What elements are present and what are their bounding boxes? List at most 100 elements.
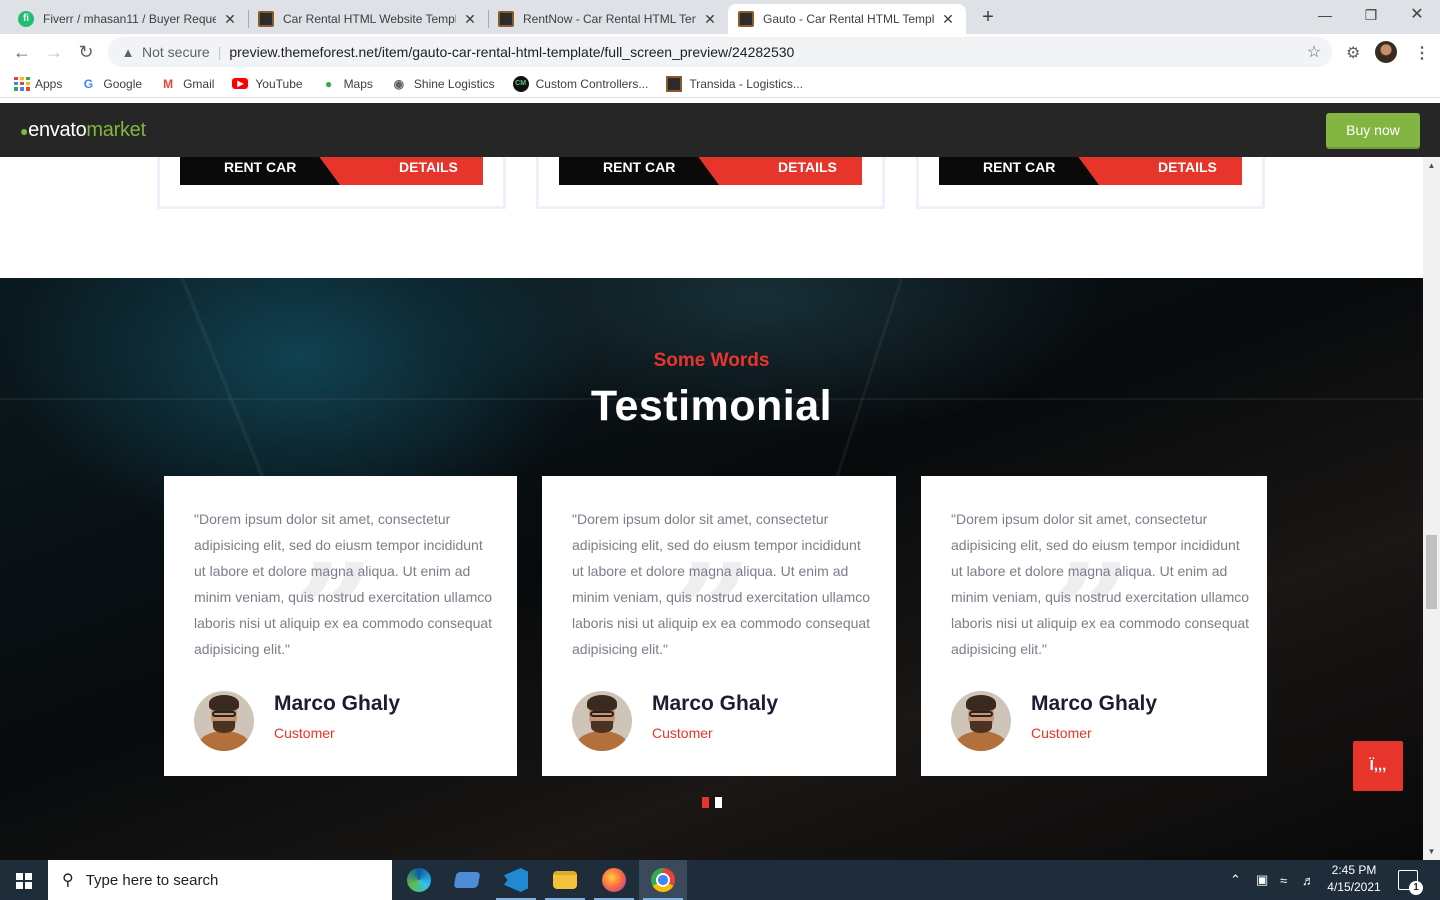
tab-title: Car Rental HTML Website Templa	[283, 12, 456, 26]
bookmark-youtube[interactable]: ▶ YouTube	[232, 76, 303, 91]
gmail-icon: M	[163, 76, 174, 91]
testimonial-card: ” "Dorem ipsum dolor sit amet, consectet…	[921, 476, 1267, 776]
browser-tab-strip: fi Fiverr / mhasan11 / Buyer Reque ✕ Car…	[0, 0, 1440, 34]
rent-car-button[interactable]: RENT CAR	[180, 157, 340, 185]
search-icon: ⚲	[62, 872, 74, 889]
tab-title: RentNow - Car Rental HTML Tem	[523, 12, 696, 26]
testimonial-name: Marco Ghaly	[1031, 692, 1158, 715]
rent-car-button[interactable]: RENT CAR	[939, 157, 1099, 185]
testimonial-role: Customer	[274, 725, 335, 741]
back-icon[interactable]: ←	[10, 40, 34, 64]
tray-chevron-icon[interactable]: ⌃	[1230, 860, 1241, 900]
envato-market-logo[interactable]: ●envatomarket	[20, 119, 146, 142]
bookmark-label: YouTube	[255, 76, 303, 91]
new-tab-button[interactable]: +	[976, 6, 1000, 30]
themeforest-icon	[738, 11, 754, 27]
details-button[interactable]: DETAILS	[343, 157, 483, 185]
profile-avatar[interactable]	[1375, 41, 1397, 63]
bookmark-apps[interactable]: Apps	[14, 76, 62, 91]
close-tab-icon[interactable]: ✕	[462, 11, 478, 28]
floating-chat-button[interactable]: Ï,,,	[1353, 741, 1403, 791]
slider-dot-active[interactable]	[702, 797, 709, 808]
tab-car-rental[interactable]: Car Rental HTML Website Templa ✕	[248, 4, 488, 34]
bookmark-star-icon[interactable]: ☆	[1302, 42, 1326, 62]
task-view-icon	[453, 872, 481, 888]
envato-preview-bar: ●envatomarket Buy now	[0, 103, 1440, 157]
tab-fiverr[interactable]: fi Fiverr / mhasan11 / Buyer Reque ✕	[8, 4, 248, 34]
tab-rentnow[interactable]: RentNow - Car Rental HTML Tem ✕	[488, 4, 728, 34]
maps-icon: ●	[324, 76, 333, 91]
notification-center-icon[interactable]: 1	[1398, 870, 1423, 895]
close-tab-icon[interactable]: ✕	[222, 11, 238, 28]
divider: |	[217, 44, 222, 60]
taskbar-app-edge[interactable]	[395, 860, 443, 900]
bookmark-custom-controllers[interactable]: CM Custom Controllers...	[512, 75, 648, 92]
notification-count: 1	[1409, 881, 1423, 895]
tab-title: Gauto - Car Rental HTML Templa	[763, 12, 934, 26]
slider-pagination	[702, 797, 728, 808]
rent-car-button[interactable]: RENT CAR	[559, 157, 719, 185]
apps-grid-icon	[14, 76, 30, 91]
close-tab-icon[interactable]: ✕	[940, 11, 956, 28]
testimonial-quote: "Dorem ipsum dolor sit amet, consectetur…	[572, 511, 871, 657]
start-button[interactable]	[0, 860, 48, 900]
slider-dot[interactable]	[715, 797, 722, 808]
taskbar-app-taskview[interactable]	[443, 860, 491, 900]
car-card: RENT CAR DETAILS	[916, 157, 1265, 209]
address-bar[interactable]: ▲ Not secure | preview.themeforest.net/i…	[108, 37, 1332, 67]
car-card-buttons: RENT CAR DETAILS	[180, 157, 483, 185]
taskbar-app-chrome[interactable]	[639, 860, 687, 900]
car-card-buttons: RENT CAR DETAILS	[939, 157, 1242, 185]
scroll-down-icon[interactable]: ▼	[1423, 847, 1440, 856]
wifi-icon[interactable]: ≈	[1280, 860, 1287, 900]
google-icon: G	[83, 76, 94, 91]
url-text[interactable]: preview.themeforest.net/item/gauto-car-r…	[229, 44, 1302, 60]
bookmark-label: Maps	[343, 76, 373, 91]
bookmark-gmail[interactable]: M Gmail	[160, 76, 214, 92]
chrome-icon	[651, 868, 675, 892]
testimonial-quote: "Dorem ipsum dolor sit amet, consectetur…	[194, 511, 493, 657]
page-scrollbar[interactable]: ▲ ▼	[1423, 157, 1440, 860]
bookmarks-bar: Apps G Google M Gmail ▶ YouTube ● Maps ◉…	[0, 70, 1440, 98]
car-card-buttons: RENT CAR DETAILS	[559, 157, 862, 185]
avatar	[951, 691, 1011, 751]
menu-kebab-icon[interactable]: ⋮	[1414, 43, 1430, 63]
testimonial-role: Customer	[1031, 725, 1092, 741]
buy-now-button[interactable]: Buy now	[1326, 113, 1420, 147]
scroll-up-icon[interactable]: ▲	[1423, 161, 1440, 170]
vscode-icon	[504, 868, 528, 892]
taskbar-search[interactable]: ⚲ Type here to search	[48, 860, 392, 900]
system-clock[interactable]: 2:45 PM 4/15/2021	[1322, 862, 1386, 896]
clock-date: 4/15/2021	[1327, 880, 1381, 894]
reload-icon[interactable]: ↻	[74, 40, 98, 64]
bookmark-google[interactable]: G Google	[80, 76, 142, 92]
bookmark-shine-logistics[interactable]: ◉ Shine Logistics	[391, 76, 495, 92]
testimonial-card: ” "Dorem ipsum dolor sit amet, consectet…	[164, 476, 517, 776]
firefox-icon	[602, 868, 626, 892]
forward-icon[interactable]: →	[42, 40, 66, 64]
warning-icon[interactable]: ▲	[120, 45, 136, 60]
bookmark-transida[interactable]: Transida - Logistics...	[666, 75, 803, 92]
taskbar-app-explorer[interactable]	[541, 860, 589, 900]
browser-toolbar: ← → ↻ ▲ Not secure | preview.themeforest…	[0, 34, 1440, 70]
envato-leaf-icon: ●	[20, 123, 29, 139]
details-button[interactable]: DETAILS	[1102, 157, 1242, 185]
clock-time: 2:45 PM	[1331, 863, 1377, 877]
security-label[interactable]: Not secure	[142, 44, 210, 60]
tab-gauto[interactable]: Gauto - Car Rental HTML Templa ✕	[728, 4, 966, 34]
volume-icon[interactable]: ♬	[1302, 860, 1315, 900]
bookmark-label: Shine Logistics	[413, 76, 495, 91]
taskbar-app-vscode[interactable]	[492, 860, 540, 900]
bookmark-label: Gmail	[183, 76, 215, 91]
themeforest-icon	[666, 75, 683, 92]
restore-icon[interactable]: ❐	[1348, 4, 1394, 26]
meet-now-icon[interactable]: ▣	[1256, 860, 1268, 900]
taskbar-app-firefox[interactable]	[590, 860, 638, 900]
details-button[interactable]: DETAILS	[722, 157, 862, 185]
minimize-icon[interactable]: —	[1302, 4, 1348, 26]
scrollbar-thumb[interactable]	[1426, 535, 1437, 609]
extensions-puzzle-icon[interactable]: ⚙	[1346, 43, 1360, 63]
bookmark-maps[interactable]: ● Maps	[321, 76, 373, 92]
close-tab-icon[interactable]: ✕	[702, 11, 718, 28]
close-window-icon[interactable]: ✕	[1394, 4, 1440, 26]
